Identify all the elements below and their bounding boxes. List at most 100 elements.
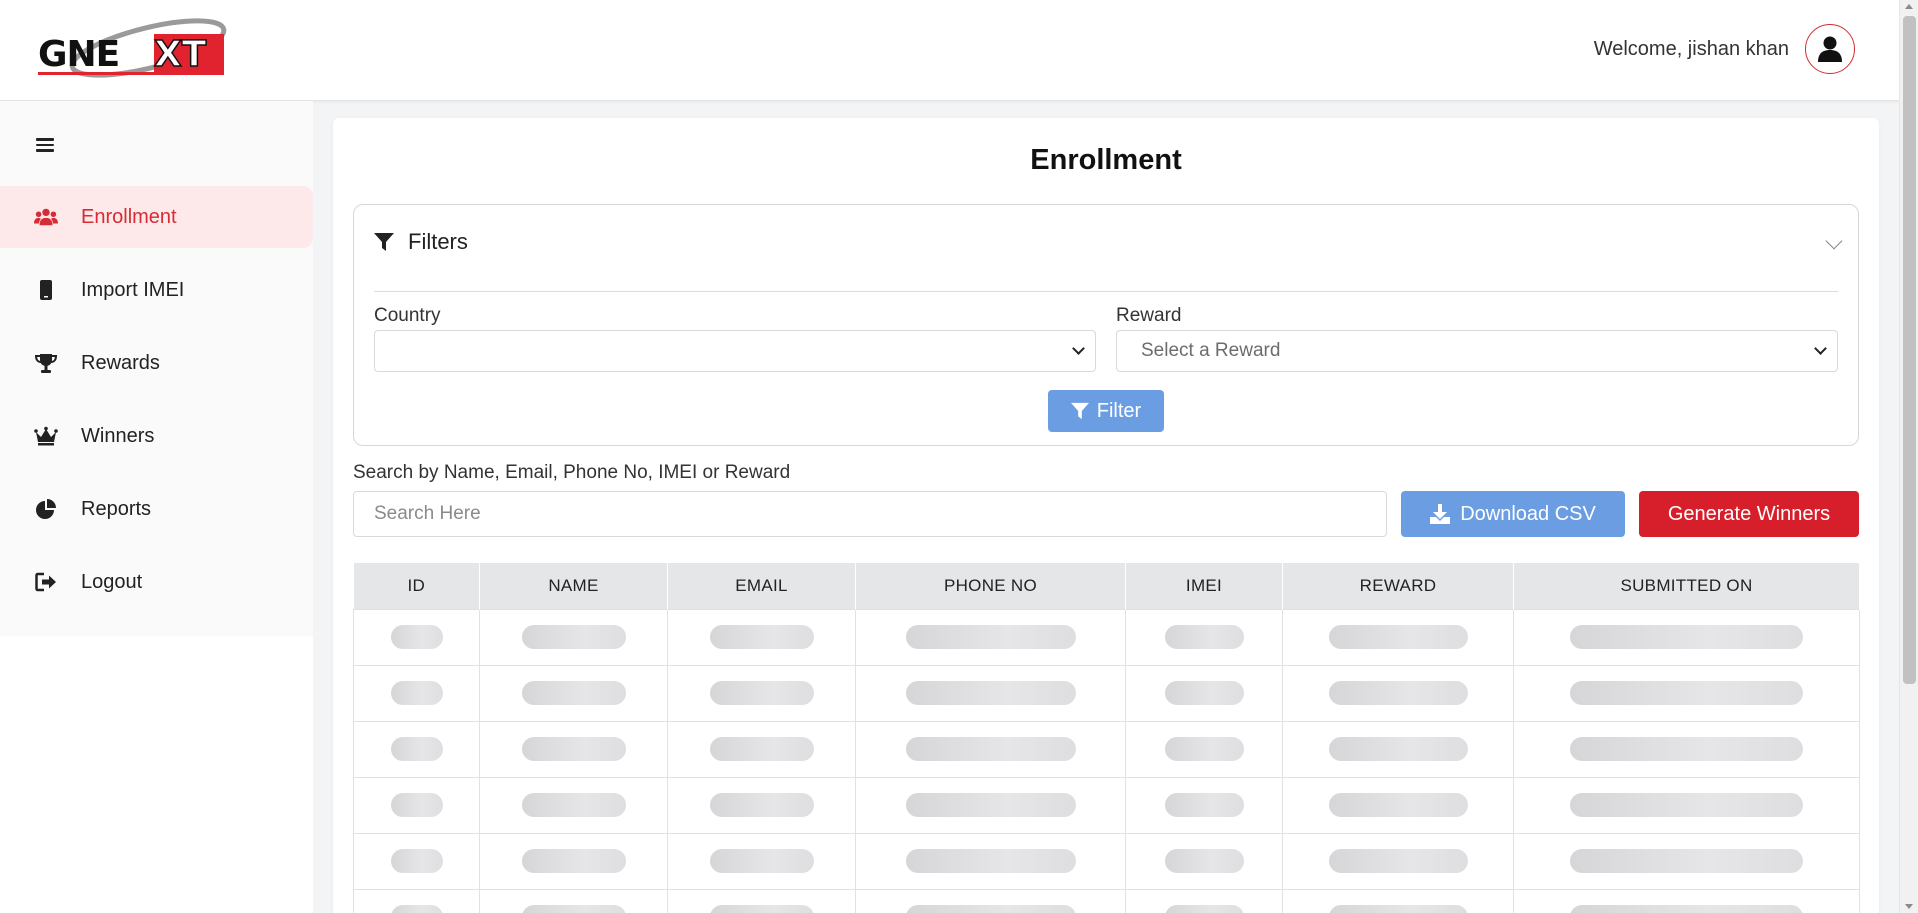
download-csv-button[interactable]: Download CSV — [1401, 491, 1625, 537]
column-header-id[interactable]: ID — [353, 563, 480, 609]
logout-icon — [34, 570, 58, 594]
table-cell — [479, 720, 668, 778]
table-cell — [1125, 608, 1283, 666]
filter-button[interactable]: Filter — [1048, 390, 1164, 432]
table-cell — [855, 832, 1126, 890]
loading-skeleton — [390, 905, 443, 913]
chevron-down-icon — [1814, 342, 1827, 355]
generate-winners-button[interactable]: Generate Winners — [1639, 491, 1859, 537]
loading-skeleton — [390, 681, 443, 705]
pie-chart-icon — [34, 497, 58, 521]
loading-skeleton — [905, 681, 1076, 705]
search-input[interactable]: Search Here — [353, 491, 1387, 537]
sidebar-item-label: Reports — [81, 497, 152, 520]
column-header-imei[interactable]: IMEI — [1125, 563, 1283, 609]
table-cell — [1125, 888, 1283, 913]
scrollbar-thumb[interactable] — [1903, 16, 1916, 684]
table-cell — [667, 720, 856, 778]
table-cell — [1513, 608, 1860, 666]
table-cell — [353, 832, 480, 890]
loading-skeleton — [1164, 849, 1244, 873]
sidebar-item-logout[interactable]: Logout — [0, 551, 313, 613]
sidebar-item-label: Import IMEI — [81, 278, 185, 301]
mobile-icon — [34, 278, 58, 302]
loading-skeleton — [1328, 793, 1468, 817]
table-row — [353, 776, 1860, 834]
table-cell — [855, 888, 1126, 913]
loading-skeleton — [709, 793, 814, 817]
search-placeholder: Search Here — [374, 503, 481, 524]
enrollment-card: Enrollment Filters Country Reward Select… — [333, 118, 1879, 913]
loading-skeleton — [521, 793, 626, 817]
loading-skeleton — [390, 737, 443, 761]
sidebar-item-winners[interactable]: Winners — [0, 405, 313, 467]
table-cell — [855, 608, 1126, 666]
loading-skeleton — [1570, 737, 1803, 761]
sidebar-item-reports[interactable]: Reports — [0, 478, 313, 540]
table-cell — [1282, 608, 1514, 666]
table-cell — [479, 888, 668, 913]
sidebar-item-import-imei[interactable]: Import IMEI — [0, 259, 313, 321]
loading-skeleton — [390, 793, 443, 817]
scroll-down-arrow-icon[interactable] — [1905, 904, 1913, 909]
user-avatar-button[interactable] — [1805, 24, 1855, 74]
top-header: GNE XT Welcome, jishan khan — [0, 0, 1899, 101]
column-header-reward[interactable]: REWARD — [1282, 563, 1514, 609]
page-scrollbar[interactable] — [1899, 0, 1918, 913]
users-icon — [34, 205, 58, 229]
table-cell — [353, 888, 480, 913]
sidebar-item-enrollment[interactable]: Enrollment — [0, 186, 313, 248]
loading-skeleton — [1570, 625, 1803, 649]
sidebar-item-label: Enrollment — [81, 205, 177, 228]
loading-skeleton — [905, 737, 1076, 761]
sidebar-item-label: Rewards — [81, 351, 160, 374]
table-cell — [1282, 832, 1514, 890]
scroll-up-arrow-icon[interactable] — [1905, 4, 1913, 9]
hamburger-icon[interactable] — [36, 135, 58, 155]
table-cell — [1513, 664, 1860, 722]
table-row — [353, 720, 1860, 778]
column-header-submitted-on[interactable]: SUBMITTED ON — [1513, 563, 1860, 609]
loading-skeleton — [905, 849, 1076, 873]
chevron-down-icon[interactable] — [1825, 232, 1843, 250]
column-header-phone[interactable]: PHONE NO — [855, 563, 1126, 609]
table-cell — [353, 608, 480, 666]
reward-select[interactable]: Select a Reward — [1116, 330, 1838, 372]
table-cell — [1282, 888, 1514, 913]
table-row — [353, 832, 1860, 890]
table-cell — [1513, 720, 1860, 778]
column-header-name[interactable]: NAME — [479, 563, 668, 609]
welcome-text: Welcome, jishan khan — [1593, 38, 1789, 60]
table-cell — [855, 720, 1126, 778]
loading-skeleton — [521, 905, 626, 913]
table-cell — [667, 888, 856, 913]
table-cell — [1282, 664, 1514, 722]
loading-skeleton — [709, 681, 814, 705]
chevron-down-icon — [1072, 342, 1085, 355]
filters-divider — [374, 291, 1838, 292]
filters-toggle[interactable]: Filters — [374, 229, 468, 255]
loading-skeleton — [709, 905, 814, 913]
loading-skeleton — [521, 625, 626, 649]
sidebar-item-rewards[interactable]: Rewards — [0, 332, 313, 394]
trophy-icon — [34, 351, 58, 375]
loading-skeleton — [1570, 681, 1803, 705]
gnext-logo[interactable]: GNE XT — [36, 16, 236, 82]
table-cell — [1125, 776, 1283, 834]
table-body — [353, 608, 1860, 913]
loading-skeleton — [1328, 625, 1468, 649]
loading-skeleton — [1570, 905, 1803, 913]
column-header-email[interactable]: EMAIL — [667, 563, 856, 609]
loading-skeleton — [905, 793, 1076, 817]
loading-skeleton — [709, 737, 814, 761]
country-select[interactable] — [374, 330, 1096, 372]
table-cell — [1125, 832, 1283, 890]
table-cell — [1513, 776, 1860, 834]
table-cell — [353, 776, 480, 834]
download-icon — [1430, 504, 1451, 524]
filter-icon — [374, 233, 394, 251]
table-cell — [667, 608, 856, 666]
loading-skeleton — [521, 681, 626, 705]
loading-skeleton — [390, 625, 443, 649]
filters-title: Filters — [408, 229, 468, 254]
